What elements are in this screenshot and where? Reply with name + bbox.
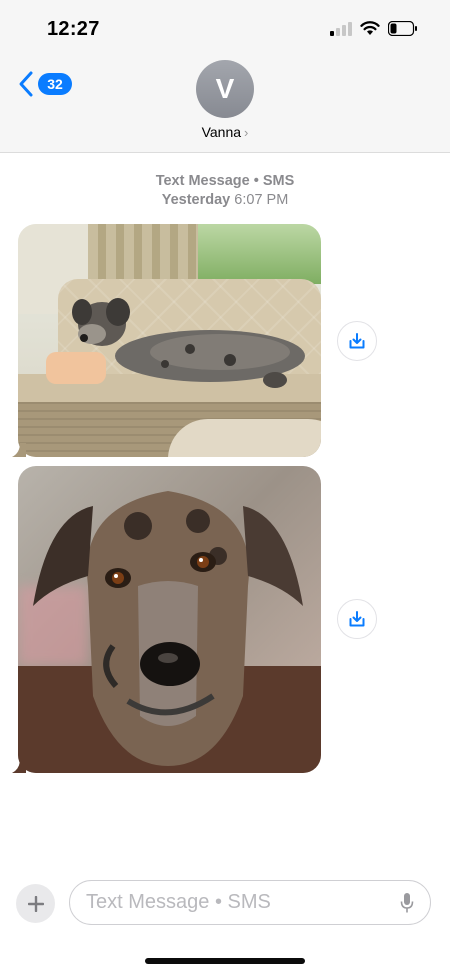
image-message-dog-portrait[interactable] xyxy=(18,466,321,773)
contact-name: Vanna xyxy=(201,124,242,140)
status-time: 12:27 xyxy=(47,18,100,40)
cellular-signal-icon xyxy=(330,22,352,36)
message-input[interactable]: Text Message • SMS xyxy=(69,880,431,925)
battery-icon xyxy=(388,21,417,36)
timestamp-day: Yesterday xyxy=(161,192,231,208)
home-indicator xyxy=(145,958,305,964)
photo-blanket xyxy=(168,419,321,457)
message-timestamp: Text Message • SMS Yesterday 6:07 PM xyxy=(0,172,450,210)
photo-window xyxy=(198,224,321,284)
chevron-right-icon: › xyxy=(244,124,249,140)
timestamp-time: 6:07 PM xyxy=(234,192,289,208)
conversation-header: 12:27 32 V Vanna › xyxy=(0,0,450,153)
unread-count-badge: 32 xyxy=(38,73,72,95)
wifi-icon xyxy=(360,21,380,35)
plus-icon xyxy=(27,895,44,912)
chevron-left-icon xyxy=(19,71,33,97)
save-image-button[interactable] xyxy=(337,599,377,639)
back-button[interactable]: 32 xyxy=(18,70,72,98)
contact-avatar[interactable]: V xyxy=(196,60,254,118)
image-message-dog-on-sofa[interactable] xyxy=(18,224,321,457)
bubble-tail xyxy=(12,443,26,457)
bubble-tail xyxy=(12,759,26,773)
contact-name-button[interactable]: Vanna › xyxy=(0,124,450,140)
download-icon xyxy=(349,333,365,349)
download-icon xyxy=(349,611,365,627)
dog-portrait-illustration xyxy=(33,491,303,766)
microphone-icon[interactable] xyxy=(400,892,414,914)
apps-plus-button[interactable] xyxy=(16,884,55,923)
service-label: Text Message • SMS xyxy=(155,173,295,189)
save-image-button[interactable] xyxy=(337,321,377,361)
dog-lying-illustration xyxy=(72,298,305,388)
message-input-placeholder: Text Message • SMS xyxy=(86,891,271,913)
status-bar: 12:27 xyxy=(0,0,450,56)
